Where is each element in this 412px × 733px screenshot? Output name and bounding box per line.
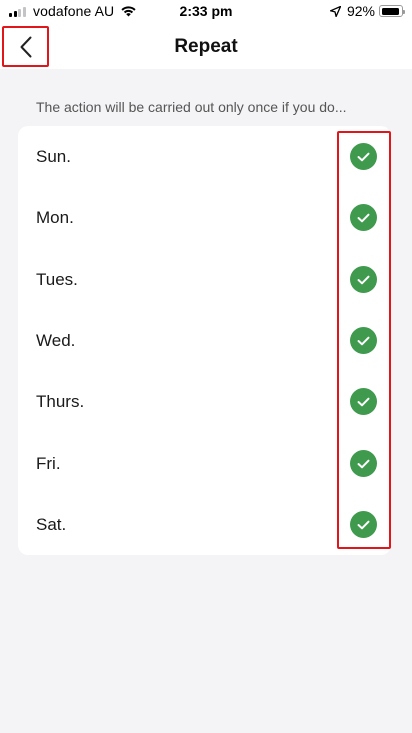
battery-icon	[379, 5, 405, 17]
day-label: Thurs.	[36, 392, 85, 411]
day-label: Wed.	[36, 331, 76, 350]
checkmark-icon[interactable]	[350, 327, 377, 354]
battery-percentage: 92%	[346, 3, 375, 19]
day-row-fri[interactable]: Fri.	[18, 433, 391, 494]
checkmark-icon[interactable]	[350, 388, 377, 415]
day-label: Tues.	[36, 270, 78, 289]
day-row-tues[interactable]: Tues.	[18, 249, 391, 310]
checkmark-icon[interactable]	[350, 266, 377, 293]
day-label: Sun.	[36, 147, 71, 166]
day-label: Fri.	[36, 454, 61, 473]
status-bar: vodafone AU 2:33 pm 92%	[0, 0, 412, 24]
day-row-sun[interactable]: Sun.	[18, 126, 391, 187]
checkmark-icon[interactable]	[350, 511, 377, 538]
battery-fill	[381, 7, 399, 15]
day-label: Sat.	[36, 515, 67, 534]
day-row-thurs[interactable]: Thurs.	[18, 371, 391, 432]
day-row-mon[interactable]: Mon.	[18, 187, 391, 248]
days-list: Sun. Mon. Tues. Wed. Thurs. Fri. Sat.	[18, 126, 391, 555]
screen: vodafone AU 2:33 pm 92% Repeat The actio…	[0, 0, 412, 733]
navigation-bar: Repeat	[0, 24, 412, 69]
checkmark-icon[interactable]	[350, 450, 377, 477]
checkmark-icon[interactable]	[350, 204, 377, 231]
day-label: Mon.	[36, 208, 74, 227]
checkmark-icon[interactable]	[350, 143, 377, 170]
page-title: Repeat	[174, 36, 238, 57]
location-arrow-icon	[329, 5, 341, 17]
day-row-sat[interactable]: Sat.	[18, 494, 391, 555]
repeat-description: The action will be carried out only once…	[36, 99, 347, 115]
status-right: 92%	[329, 3, 405, 19]
day-row-wed[interactable]: Wed.	[18, 310, 391, 371]
